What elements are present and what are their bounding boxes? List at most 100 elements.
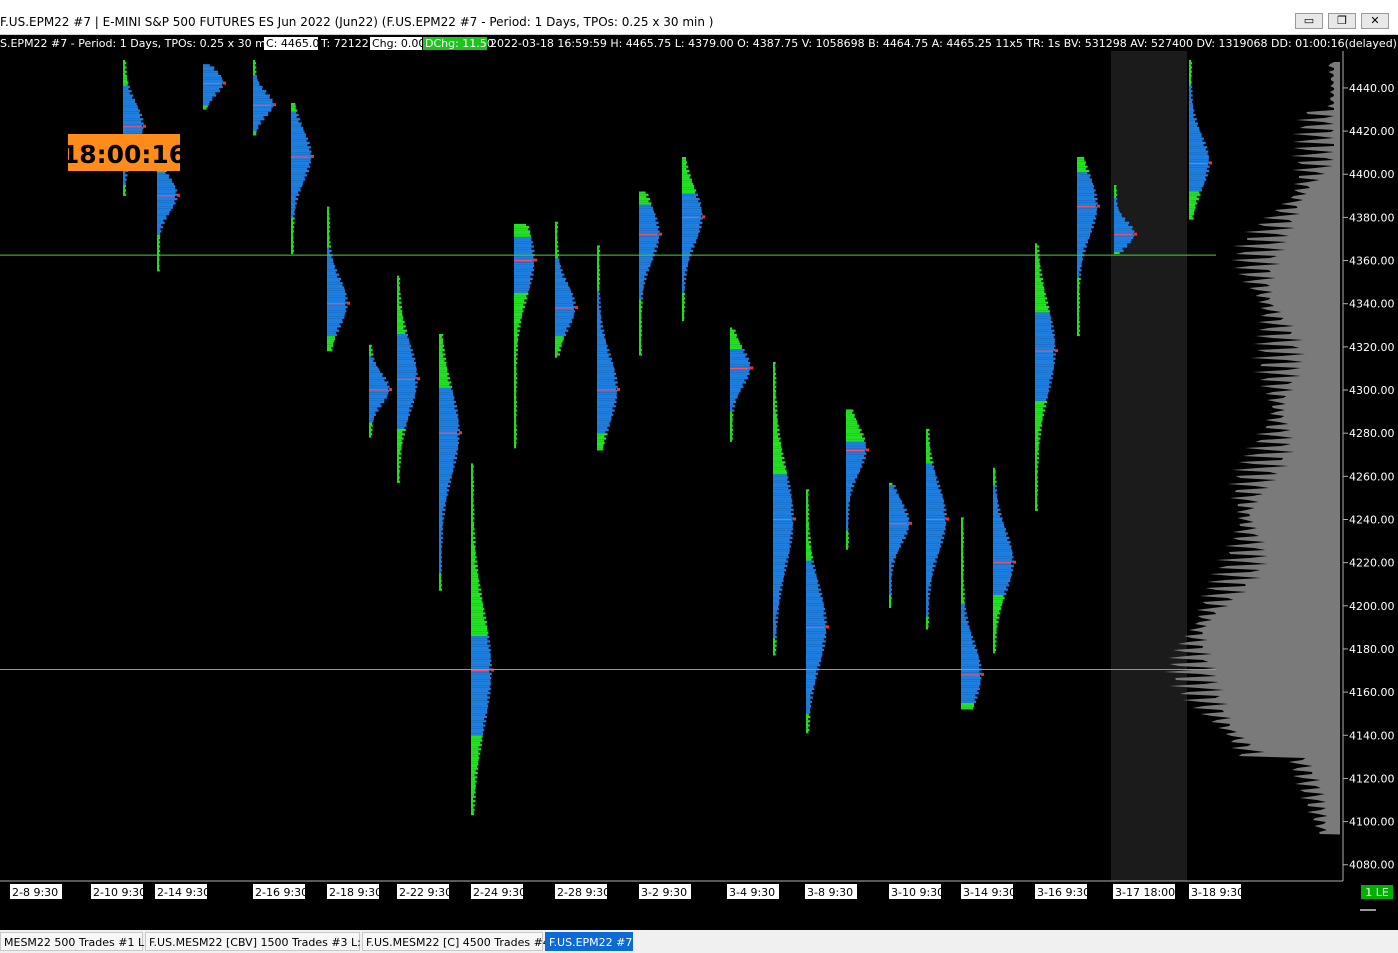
tpo-row: [291, 247, 293, 250]
tpo-row: [555, 314, 574, 317]
tpo-row: [639, 323, 641, 326]
tpo-profile[interactable]: [253, 59, 276, 136]
minimize-button[interactable]: ▭: [1295, 13, 1323, 29]
tpo-profile[interactable]: [597, 245, 620, 451]
chart-area[interactable]: 4080.00 4100.00 4120.00 4140.00 4160.00 4180.…: [0, 35, 1398, 930]
tab-epm22-active[interactable]: F.US.EPM22 #7: [545, 932, 633, 951]
tpo-row: [471, 513, 475, 516]
tpo-row: [806, 584, 820, 587]
tpo-row: [961, 584, 965, 587]
tpo-row: [369, 366, 378, 369]
tpo-row: [773, 573, 785, 576]
tpo-row: [597, 284, 599, 287]
tpo-profile[interactable]: [369, 344, 392, 438]
tpo-row: [471, 808, 475, 811]
tpo-row: [1035, 279, 1042, 283]
tab-mesm22-cbv[interactable]: F.US.MESM22 [CBV] 1500 Trades #3 L:1: [145, 932, 368, 951]
tpo-row: [806, 618, 825, 621]
tpo-row: [773, 577, 784, 580]
tpo-profile[interactable]: [157, 167, 180, 272]
tpo-row: [253, 62, 256, 65]
tpo-profile[interactable]: [514, 223, 537, 449]
tpo-profile[interactable]: [961, 517, 984, 710]
tpo-row: [123, 191, 125, 194]
tpo-profile[interactable]: [1035, 243, 1058, 511]
tpo-row: [471, 765, 477, 768]
tpo-row: [1035, 256, 1039, 259]
tpo-row: [439, 359, 445, 363]
tpo-row: [993, 513, 1002, 516]
tpo-row: [514, 372, 517, 375]
tpo-row: [123, 70, 127, 73]
tpo-row: [369, 368, 380, 371]
tpo-row: [1077, 256, 1083, 259]
tpo-row: [1189, 66, 1192, 69]
tpo-profile[interactable]: [555, 221, 578, 358]
tpo-row: [291, 217, 295, 220]
tpo-profile[interactable]: [397, 275, 420, 483]
tpo-row: [806, 506, 808, 509]
tpo-row: [1035, 506, 1037, 509]
tpo-row: [682, 189, 697, 192]
tpo-row: [597, 355, 609, 358]
tpo-row: [806, 549, 812, 552]
tpo-profile[interactable]: [439, 333, 462, 591]
tpo-row: [682, 249, 694, 252]
tpo-profile[interactable]: [639, 191, 662, 356]
tpo-row: [1035, 396, 1048, 399]
tpo-profile[interactable]: [471, 463, 494, 816]
tpo-profile[interactable]: [889, 482, 912, 609]
tpo-row: [961, 562, 963, 565]
tpo-row: [682, 312, 684, 315]
tpo-row: [471, 601, 483, 604]
tpo-row: [327, 333, 337, 337]
tpo-profile[interactable]: [730, 327, 753, 442]
tpo-profile[interactable]: [806, 489, 829, 734]
tpo-row: [961, 560, 964, 563]
tpo-row: [253, 74, 257, 78]
tpo-profile[interactable]: [926, 428, 949, 630]
tpo-profile[interactable]: [773, 361, 796, 656]
tpo-row: [773, 532, 793, 535]
tpo-row: [682, 236, 698, 240]
tpo-profile[interactable]: [682, 156, 705, 322]
tpo-row: [471, 707, 488, 710]
tpo-row: [806, 651, 823, 654]
tpo-profile[interactable]: [846, 409, 869, 550]
tpo-row: [639, 318, 641, 322]
tpo-profile[interactable]: [123, 59, 146, 196]
tpo-profile[interactable]: [1077, 156, 1100, 337]
tpo-row: [639, 206, 653, 209]
tpo-profile[interactable]: [291, 103, 314, 255]
tpo-profile[interactable]: [327, 206, 350, 352]
tpo-row: [961, 694, 976, 697]
tpo-row: [397, 288, 400, 291]
tpo-row: [926, 577, 932, 580]
tab-mesm22-500-trades[interactable]: MESM22 500 Trades #1 L:1: [0, 932, 155, 951]
tpo-row: [1077, 295, 1079, 298]
restore-button[interactable]: ❐: [1328, 13, 1356, 29]
tpo-chart[interactable]: 4080.004100.004120.004140.004160.004180.…: [0, 35, 1398, 930]
tpo-row: [597, 383, 616, 386]
tpo-row: [773, 590, 780, 593]
tpo-row: [1035, 325, 1054, 328]
tpo-row: [471, 575, 479, 578]
tpo-row: [439, 579, 442, 583]
tpo-profile[interactable]: [1189, 59, 1212, 220]
tpo-row: [369, 396, 387, 399]
tpo-row: [846, 428, 862, 432]
tpo-row: [806, 653, 823, 656]
tpo-row: [926, 586, 929, 589]
tpo-row: [1035, 439, 1039, 442]
tpo-row: [555, 279, 566, 283]
tpo-row: [471, 599, 482, 602]
y-tick-label: 4260.00: [1349, 470, 1395, 483]
tpo-profile[interactable]: [203, 64, 226, 110]
tpo-profile[interactable]: [993, 467, 1016, 654]
tab-mesm22-c[interactable]: F.US.MESM22 [C] 4500 Trades #4: [362, 932, 550, 951]
tpo-row: [806, 519, 809, 522]
tpo-row: [597, 288, 600, 291]
close-button[interactable]: ✕: [1361, 13, 1389, 29]
tpo-row: [253, 70, 257, 73]
tpo-row: [327, 249, 332, 252]
